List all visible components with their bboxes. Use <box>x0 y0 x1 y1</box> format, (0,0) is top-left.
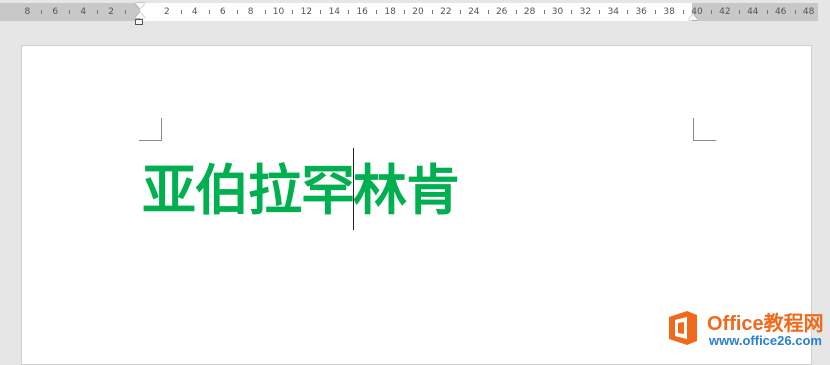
hanging-indent-marker[interactable] <box>135 12 145 18</box>
text-cursor <box>353 148 354 230</box>
ruler-tick-label: 12 <box>300 7 313 17</box>
ruler-tick-mark <box>348 10 350 14</box>
ruler-tick-mark <box>794 10 796 14</box>
ruler-tick-label: 2 <box>164 7 170 17</box>
watermark-url: www.office26.com <box>709 333 822 348</box>
ruler-tick-mark <box>710 10 712 14</box>
ruler-tick-label: 20 <box>412 7 424 17</box>
office-logo-icon <box>669 311 697 345</box>
ruler-tick-label: 4 <box>191 7 198 17</box>
ruler-tick-label: 6 <box>52 7 59 17</box>
text-after-cursor: 林肯 <box>353 158 460 223</box>
ruler-tick-label: 34 <box>607 7 620 17</box>
ruler-tick-label: 30 <box>551 7 564 17</box>
ruler-tick-mark <box>738 10 740 14</box>
ruler-tick-label: 16 <box>356 7 368 17</box>
ruler-tick-mark <box>125 10 127 14</box>
ruler-tick-label: 22 <box>440 7 452 17</box>
ruler-tick-mark <box>264 10 266 14</box>
ruler-tick-mark <box>97 10 99 14</box>
ruler-tick-mark <box>292 10 294 14</box>
ruler-tick-label: 42 <box>719 7 731 17</box>
ruler-tick-mark <box>376 10 378 14</box>
ruler-tick-mark <box>627 10 629 14</box>
ruler-tick-mark <box>599 10 601 14</box>
ruler-tick-label: 8 <box>247 7 254 17</box>
ruler-tick-mark <box>571 10 573 14</box>
margin-corner-top-right <box>693 118 716 141</box>
document-body-text[interactable]: 亚伯拉罕林肯 <box>142 148 460 236</box>
right-indent-marker[interactable] <box>688 14 698 20</box>
ruler-tick-mark <box>683 10 685 14</box>
ruler-tick-label: 8 <box>24 7 31 17</box>
ruler-tick-mark <box>180 10 182 14</box>
horizontal-ruler[interactable]: 8 6 4 2 2 4 6 8 10 12 14 16 18 20 22 24 26 28 30 32 34 36 38 40… <box>0 0 830 34</box>
ruler-tick-mark <box>404 10 406 14</box>
ruler-tick-label: 38 <box>663 7 675 17</box>
ruler-tick-label: 24 <box>468 7 480 17</box>
ruler-tick-label: 28 <box>523 7 536 17</box>
ruler-tick-label: 46 <box>774 7 787 17</box>
watermark-brand: Office教程网 <box>707 313 824 335</box>
first-line-indent-marker[interactable] <box>135 3 145 9</box>
ruler-tick-label: 4 <box>80 7 87 17</box>
ruler-tick-mark <box>41 10 43 14</box>
ruler-tick-mark <box>487 10 489 14</box>
text-before-cursor: 亚伯拉罕 <box>142 158 355 223</box>
ruler-tick-mark <box>69 10 71 14</box>
ruler-tick-mark <box>655 10 657 14</box>
ruler-tick-label: 18 <box>384 7 396 17</box>
ruler-tick-label: 48 <box>802 7 815 17</box>
ruler-tick-label: 2 <box>108 7 114 17</box>
ruler-tick-mark <box>320 10 322 14</box>
ruler-tick-label: 44 <box>747 7 759 17</box>
ruler-tick-mark <box>236 10 238 14</box>
ruler-tick-label: 36 <box>635 7 647 17</box>
ruler-tick-mark <box>208 10 210 14</box>
ruler-tick-label: 6 <box>219 7 226 17</box>
ruler-tick-mark <box>766 10 768 14</box>
ruler-tick-label: 32 <box>579 7 592 17</box>
ruler-tick-label: 10 <box>272 7 285 17</box>
ruler-tick-mark <box>459 10 461 14</box>
ruler-tick-label: 26 <box>495 7 508 17</box>
ruler-tick-mark <box>515 10 517 14</box>
watermark: Office教程网 www.office26.com <box>665 305 825 351</box>
ruler-tick-mark <box>543 10 545 14</box>
margin-corner-top-left <box>139 118 162 141</box>
left-indent-marker[interactable] <box>135 19 143 25</box>
ruler-tick-label: 14 <box>328 7 341 17</box>
ruler-tick-mark <box>431 10 433 14</box>
